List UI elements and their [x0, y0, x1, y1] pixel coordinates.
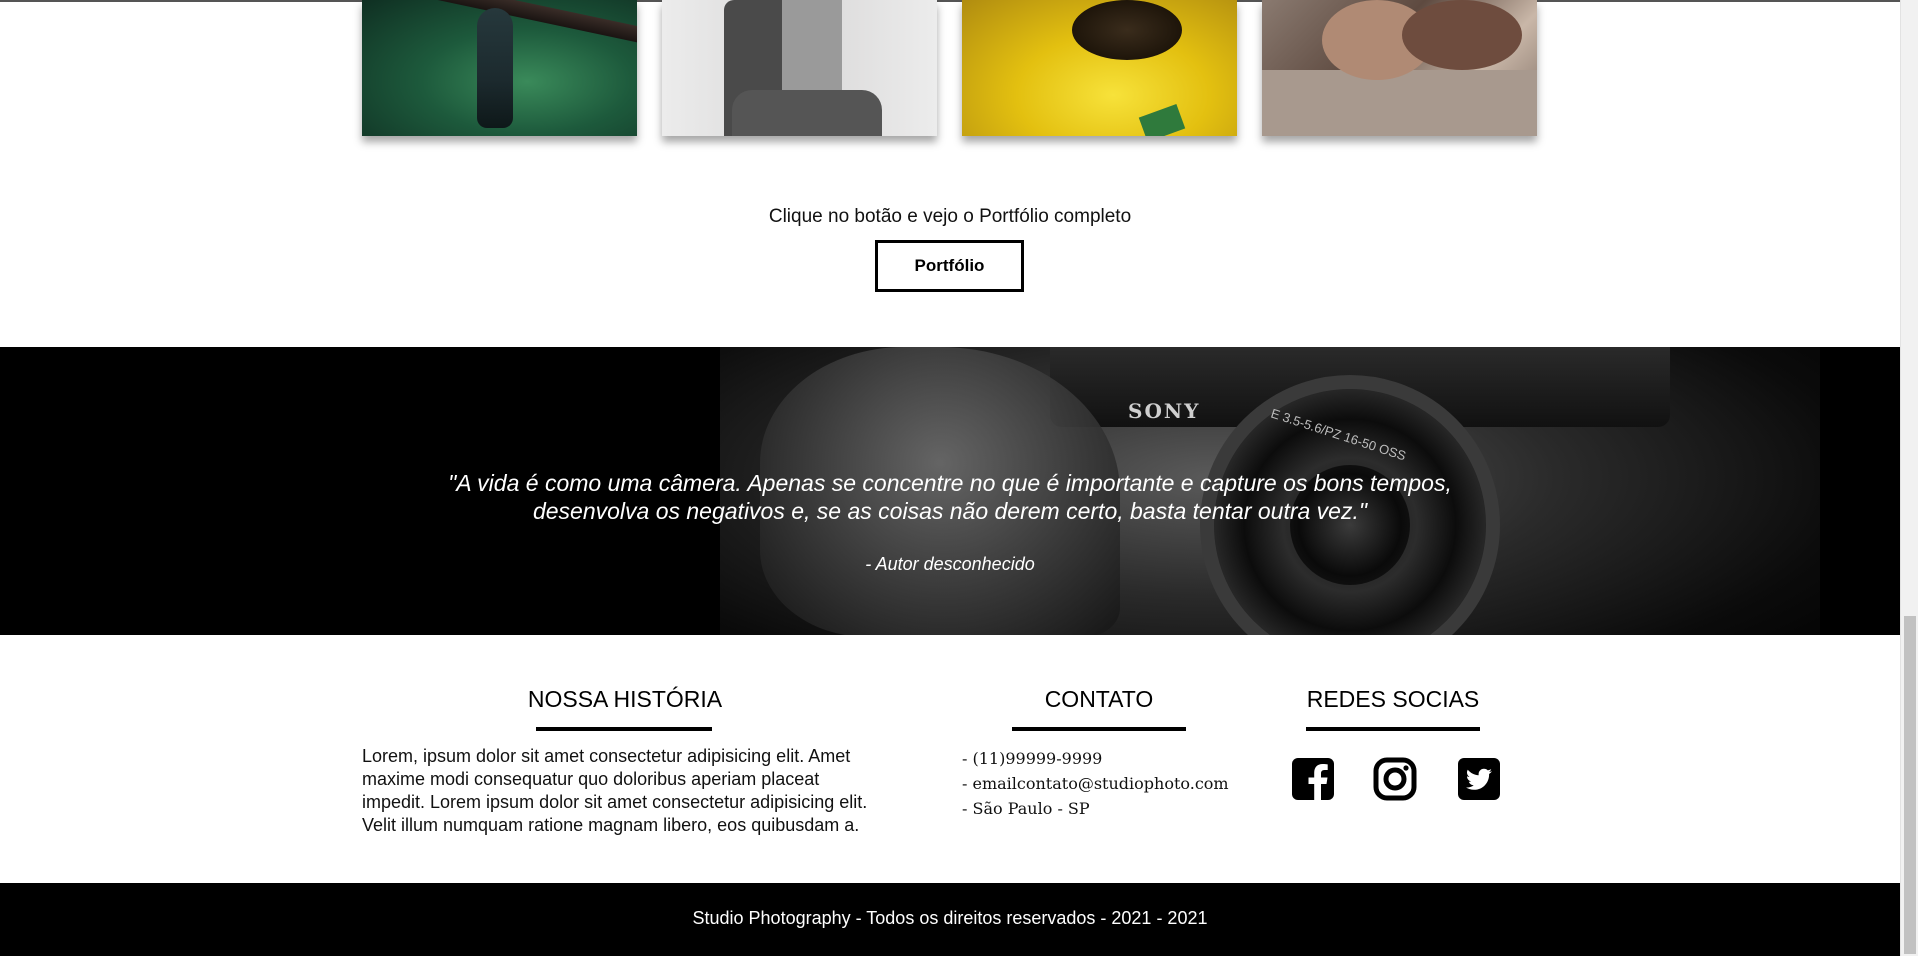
legs: [732, 90, 882, 136]
bird: [477, 8, 513, 128]
facebook-icon[interactable]: [1291, 757, 1335, 801]
camera-brand: SONY: [1128, 399, 1201, 423]
contact-phone: - (11)99999-9999: [962, 749, 1103, 768]
history-title: NOSSA HISTÓRIA: [527, 686, 723, 712]
page-scrollbar[interactable]: [1900, 0, 1918, 956]
footer-bar: Studio Photography - Todos os direitos r…: [0, 883, 1900, 956]
quote-text: "A vida é como uma câmera. Apenas se con…: [448, 470, 1452, 524]
contact-underline: [1012, 727, 1186, 731]
quote-banner: SONY E 3.5-5.6/PZ 16-50 OSS "A vida é co…: [0, 347, 1900, 635]
parent-face: [1402, 0, 1522, 70]
flower-stem: [1138, 103, 1186, 136]
portfolio-button[interactable]: Portfólio: [875, 240, 1024, 292]
history-underline: [536, 727, 712, 731]
branch: [422, 0, 637, 47]
history-text: Lorem, ipsum dolor sit amet consectetur …: [362, 746, 868, 835]
social-underline: [1306, 727, 1480, 731]
portfolio-gallery: [362, 0, 1537, 136]
twitter-icon[interactable]: [1457, 757, 1501, 801]
baby-photo[interactable]: [1262, 0, 1537, 136]
couple-photo[interactable]: [662, 0, 937, 136]
hummingbird-photo[interactable]: [362, 0, 637, 136]
instagram-icon[interactable]: [1373, 757, 1417, 801]
contact-location: - São Paulo - SP: [962, 799, 1090, 818]
scrollbar-thumb[interactable]: [1904, 616, 1916, 954]
portfolio-cta-text: Clique no botão e vejo o Portfólio compl…: [768, 206, 1132, 227]
social-title: REDES SOCIAS: [1306, 686, 1480, 712]
bee: [1072, 0, 1182, 60]
copyright-text: Studio Photography - Todos os direitos r…: [692, 908, 1208, 928]
quote-author: - Autor desconhecido: [865, 554, 1035, 574]
contact-list: - (11)99999-9999 - emailcontato@studioph…: [962, 746, 1229, 821]
contact-email[interactable]: - emailcontato@studiophoto.com: [962, 771, 1229, 796]
contact-title: CONTATO: [1044, 686, 1154, 712]
bee-flower-photo[interactable]: [962, 0, 1237, 136]
blanket: [1262, 70, 1537, 136]
